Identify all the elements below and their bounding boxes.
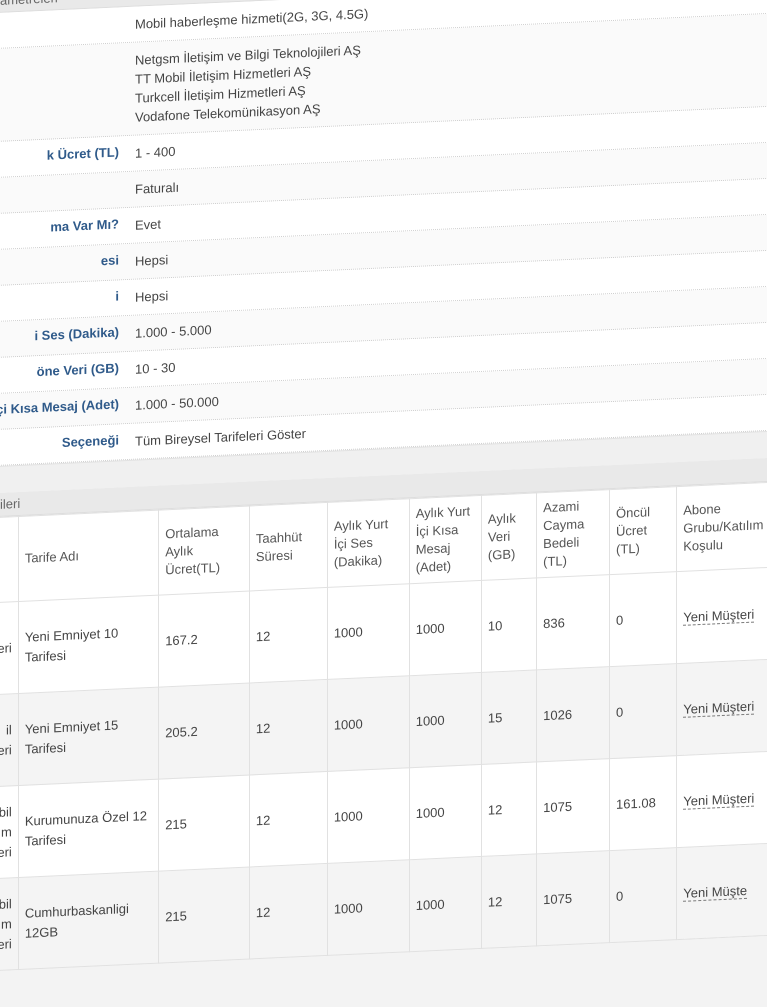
subscriber-group-link[interactable]: Yeni Müşteri — [683, 698, 755, 718]
cell-voice: 1000 — [327, 767, 410, 864]
cell-penalty: 836 — [536, 574, 610, 670]
cell-sms: 1000 — [409, 672, 482, 768]
subscriber-group-link[interactable]: Yeni Müşteri — [683, 790, 755, 810]
cell-voice: 1000 — [327, 859, 410, 956]
cell-operator: obil m etleri — [0, 877, 19, 974]
column-header: Tarife Adı — [18, 510, 159, 602]
cell-upfront: 0 — [609, 663, 677, 759]
operator-fragment: tleri — [0, 843, 12, 860]
cell-operator: bil m tleri — [0, 785, 19, 882]
cell-price: 205.2 — [158, 682, 250, 780]
cell-group: Yeni Müşte — [676, 841, 767, 940]
cell-operator: eri — [0, 601, 19, 698]
cell-penalty: 1026 — [536, 666, 610, 762]
cell-group: Yeni Müşteri — [676, 657, 767, 756]
cell-name: Yeni Emniyet 10 Tarifesi — [18, 595, 159, 694]
cell-data: 15 — [481, 669, 537, 765]
column-header: Ortalama Aylık Ücret(TL) — [158, 505, 250, 596]
column-header: Öncül Ücret (TL) — [609, 486, 677, 575]
search-parameters: Mobil haberleşme hizmeti(2G, 3G, 4.5G) Ne… — [0, 0, 767, 469]
cell-term: 12 — [249, 679, 328, 775]
cell-penalty: 1075 — [536, 758, 610, 854]
cell-voice: 1000 — [327, 675, 410, 772]
cell-price: 167.2 — [158, 590, 250, 688]
cell-data: 12 — [481, 761, 537, 857]
cell-name: Cumhurbaskanligi 12GB — [18, 871, 159, 970]
cell-group: Yeni Müşteri — [676, 565, 767, 664]
subscriber-group-link[interactable]: Yeni Müşteri — [683, 606, 755, 626]
cell-penalty: 1075 — [536, 850, 610, 946]
cell-upfront: 0 — [609, 847, 677, 943]
cell-term: 12 — [249, 771, 328, 867]
cell-sms: 1000 — [409, 580, 482, 676]
cell-price: 215 — [158, 774, 250, 872]
table-body: eri Yeni Emniyet 10 Tarifesi 167.2 12 1000 10… — [0, 565, 767, 974]
cell-sms: 1000 — [409, 856, 482, 952]
cell-sms: 1000 — [409, 764, 482, 860]
cell-data: 10 — [481, 577, 537, 673]
column-header: Azami Cayma Bedeli (TL) — [536, 489, 610, 578]
column-header: Aylık Yurt İçi Kısa Mesaj (Adet) — [409, 495, 482, 584]
subscriber-group-link[interactable]: Yeni Müşte — [683, 882, 748, 902]
operator-fragment: leri — [0, 741, 12, 758]
cell-term: 12 — [249, 863, 328, 959]
operator-fragment: etleri — [0, 935, 12, 953]
cell-upfront: 161.08 — [609, 755, 677, 851]
screenshot-stage: ametreleri Mobil haberleşme hizmeti(2G, … — [0, 0, 767, 1007]
cell-term: 12 — [249, 587, 328, 683]
cell-price: 215 — [158, 866, 250, 964]
column-header: Abone Grubu/Katılım Koşulu — [676, 480, 767, 572]
tariffs-table: Tarife Adı Ortalama Aylık Ücret(TL) Taahhü… — [0, 480, 767, 974]
column-header: Taahhüt Süresi — [249, 502, 328, 591]
param-label — [0, 43, 125, 144]
operator-fragment: eri — [0, 639, 12, 656]
cell-group: Yeni Müşteri — [676, 749, 767, 848]
column-header — [0, 516, 19, 606]
cell-name: Yeni Emniyet 15 Tarifesi — [18, 687, 159, 786]
column-header: Aylık Veri (GB) — [481, 492, 537, 581]
column-header: Aylık Yurt İçi Ses (Dakika) — [327, 498, 410, 588]
cell-operator: il leri — [0, 693, 19, 790]
cell-voice: 1000 — [327, 583, 410, 680]
tariff-page: ametreleri Mobil haberleşme hizmeti(2G, … — [0, 0, 767, 975]
cell-upfront: 0 — [609, 571, 677, 667]
cell-data: 12 — [481, 853, 537, 949]
cell-name: Kurumunuza Özel 12 Tarifesi — [18, 779, 159, 878]
